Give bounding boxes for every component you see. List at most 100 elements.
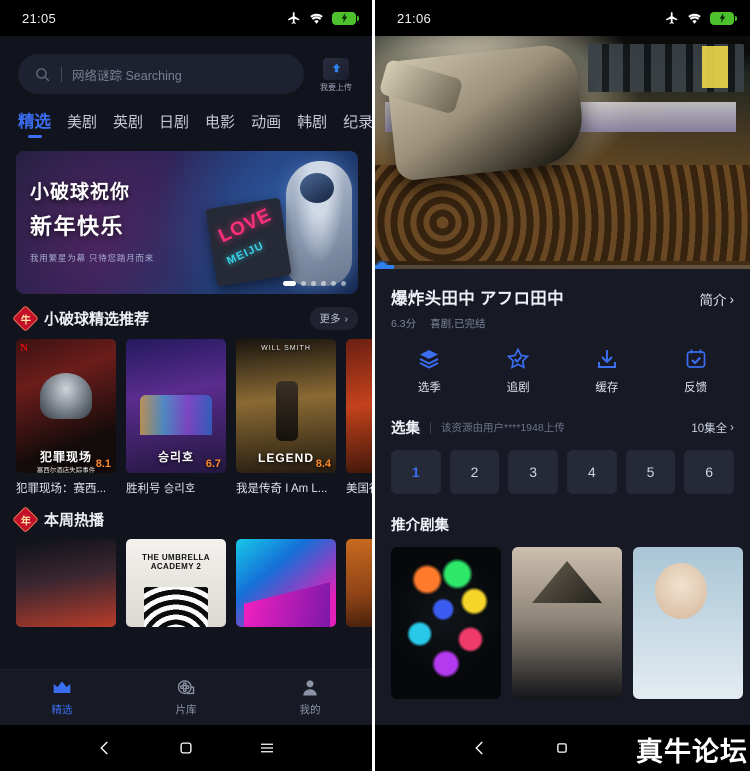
weekly-poster-rail[interactable]: THE UMBRELLA ACADEMY 2: [0, 539, 372, 627]
nav-item-wode[interactable]: 我的: [248, 678, 372, 717]
search-input[interactable]: 网络谜踪 Searching: [18, 54, 304, 94]
poster-art[interactable]: [236, 539, 336, 627]
featured-poster-rail[interactable]: N 犯罪现场 塞西尔酒店失踪事件 8.1 犯罪现场：赛西... 승리호 6.7 …: [0, 339, 372, 496]
episode-section-header: 选集 该资源由用户****1948上传 10集全 ›: [375, 399, 750, 438]
recents-icon[interactable]: [258, 739, 276, 757]
section-title-featured: 小破球精选推荐: [44, 311, 150, 328]
video-player[interactable]: [375, 36, 750, 269]
detail-content: 爆炸头田中 アフロ田中 6.3分 喜剧,已完结 简介 › 选季 追剧 缓存 反馈…: [375, 36, 750, 771]
action-select-season[interactable]: 选季: [385, 347, 474, 395]
poster-art[interactable]: WILL SMITH LEGEND 8.4: [236, 339, 336, 473]
intro-button[interactable]: 简介 ›: [700, 285, 735, 309]
tab-hanju[interactable]: 韩剧: [297, 111, 327, 139]
tab-dianying[interactable]: 电影: [205, 111, 235, 139]
tab-meiju[interactable]: 美剧: [67, 111, 97, 139]
right-phone-detail-screen: 21:06 爆炸头田中 アフロ田中 6.3分 喜剧,已完结 简介 › 选季 追剧…: [375, 0, 750, 771]
recommend-poster[interactable]: [512, 547, 622, 699]
poster-art[interactable]: THE UMBRELLA ACADEMY 2: [126, 539, 226, 627]
layers-icon: [419, 350, 439, 369]
back-icon[interactable]: [96, 739, 114, 757]
nav-item-jingxuan[interactable]: 精选: [0, 678, 124, 717]
nav-label: 我的: [299, 704, 321, 716]
poster-art[interactable]: [346, 339, 372, 473]
upload-button[interactable]: 我要上传: [314, 56, 358, 93]
banner-dot-5[interactable]: [331, 281, 336, 286]
poster-art-title: THE UMBRELLA ACADEMY 2: [142, 553, 210, 571]
banner-dot-2[interactable]: [301, 281, 306, 286]
episode-button[interactable]: 4: [567, 450, 617, 494]
action-label: 反馈: [684, 382, 708, 394]
episode-all-label: 10集全: [691, 422, 728, 435]
action-download[interactable]: 缓存: [563, 347, 652, 395]
poster-score: 8.4: [315, 458, 331, 470]
poster-art[interactable]: [346, 539, 372, 627]
back-icon[interactable]: [471, 739, 489, 757]
video-progress-bar[interactable]: [375, 262, 750, 269]
recommend-poster-rail[interactable]: [375, 535, 750, 699]
tab-yingju[interactable]: 英剧: [113, 111, 143, 139]
tab-jingxuan[interactable]: 精选: [18, 108, 51, 139]
episode-button[interactable]: 6: [684, 450, 734, 494]
poster-art[interactable]: 승리호 6.7: [126, 339, 226, 473]
recommend-poster[interactable]: [391, 547, 501, 699]
action-follow-show[interactable]: 追剧: [474, 347, 563, 395]
bottom-navigation-bar[interactable]: 精选 片库 我的: [0, 669, 372, 725]
section-header-weekly: 年 本周热播: [0, 496, 372, 539]
poster-card[interactable]: [236, 539, 336, 627]
episode-source-text: 该资源由用户****1948上传: [441, 422, 565, 434]
status-icon-group: [665, 11, 737, 25]
more-button-featured[interactable]: 更多 ›: [309, 307, 358, 330]
tab-jilupian[interactable]: 纪录片: [343, 111, 372, 139]
badge-text: 牛: [20, 315, 31, 326]
episode-button[interactable]: 1: [391, 450, 441, 494]
poster-art[interactable]: N 犯罪现场 塞西尔酒店失踪事件 8.1: [16, 339, 116, 473]
episode-all-button[interactable]: 10集全 ›: [691, 420, 734, 436]
status-icon-group: [287, 11, 359, 25]
action-button-row[interactable]: 选季 追剧 缓存 反馈: [375, 331, 750, 399]
poster-card[interactable]: [16, 539, 116, 627]
category-tab-bar[interactable]: 精选 美剧 英剧 日剧 电影 动画 韩剧 纪录片: [0, 104, 372, 145]
poster-card[interactable]: 美国行动: [346, 339, 372, 496]
tab-donghua[interactable]: 动画: [251, 111, 281, 139]
promo-banner[interactable]: LOVE MEIJU 小破球祝你 新年快乐 我用繁星为幕 只待您踏月而来: [16, 151, 358, 294]
poster-card[interactable]: WILL SMITH LEGEND 8.4 我是传奇 I Am L...: [236, 339, 336, 496]
episode-grid[interactable]: 1 2 3 4 5 6: [375, 438, 750, 494]
tab-riju[interactable]: 日剧: [159, 111, 189, 139]
poster-art-subtitle: WILL SMITH: [261, 345, 311, 352]
nav-item-pianku[interactable]: 片库: [124, 678, 248, 717]
episode-button[interactable]: 5: [625, 450, 676, 494]
poster-card[interactable]: 승리호 6.7 胜利号 승리호: [126, 339, 226, 496]
android-system-bar[interactable]: [0, 725, 372, 771]
banner-text-block: 小破球祝你 新年快乐 我用繁星为幕 只待您踏月而来: [30, 177, 154, 264]
poster-title: 犯罪现场：赛西...: [16, 483, 107, 495]
poster-card[interactable]: THE UMBRELLA ACADEMY 2: [126, 539, 226, 627]
episode-button[interactable]: 2: [449, 450, 500, 494]
poster-title: 胜利号 승리호: [126, 483, 196, 495]
forum-watermark: 真牛论坛: [636, 737, 748, 768]
dual-phone-screenshot: 21:05 网络谜踪 Searching 我要上传 精选 美剧 英剧 日剧 电影…: [0, 0, 750, 771]
search-row: 网络谜踪 Searching 我要上传: [0, 36, 372, 104]
recommend-poster[interactable]: [633, 547, 743, 699]
home-icon[interactable]: [553, 739, 571, 757]
banner-line-1: 小破球祝你: [30, 182, 131, 203]
banner-dot-6[interactable]: [341, 281, 346, 286]
banner-pagination-dots[interactable]: [283, 281, 346, 286]
banner-dot-3[interactable]: [311, 281, 316, 286]
video-progress-knob[interactable]: [377, 262, 387, 269]
new-year-badge-icon: 牛: [12, 305, 39, 332]
person-icon: [303, 680, 317, 696]
banner-dot-1[interactable]: [283, 281, 296, 286]
action-feedback[interactable]: 反馈: [651, 347, 740, 395]
wifi-icon: [310, 13, 323, 24]
poster-card[interactable]: [346, 539, 372, 627]
banner-dot-4[interactable]: [321, 281, 326, 286]
search-icon: [36, 67, 50, 81]
poster-card[interactable]: N 犯罪现场 塞西尔酒店失踪事件 8.1 犯罪现场：赛西...: [16, 339, 116, 496]
new-year-badge-icon: 年: [12, 506, 39, 533]
banner-line-3: 我用繁星为幕 只待您踏月而来: [30, 253, 155, 263]
detail-title-block: 爆炸头田中 アフロ田中 6.3分 喜剧,已完结: [391, 285, 564, 331]
poster-art[interactable]: [16, 539, 116, 627]
crown-icon: [53, 681, 71, 693]
home-icon[interactable]: [177, 739, 195, 757]
episode-button[interactable]: 3: [508, 450, 558, 494]
